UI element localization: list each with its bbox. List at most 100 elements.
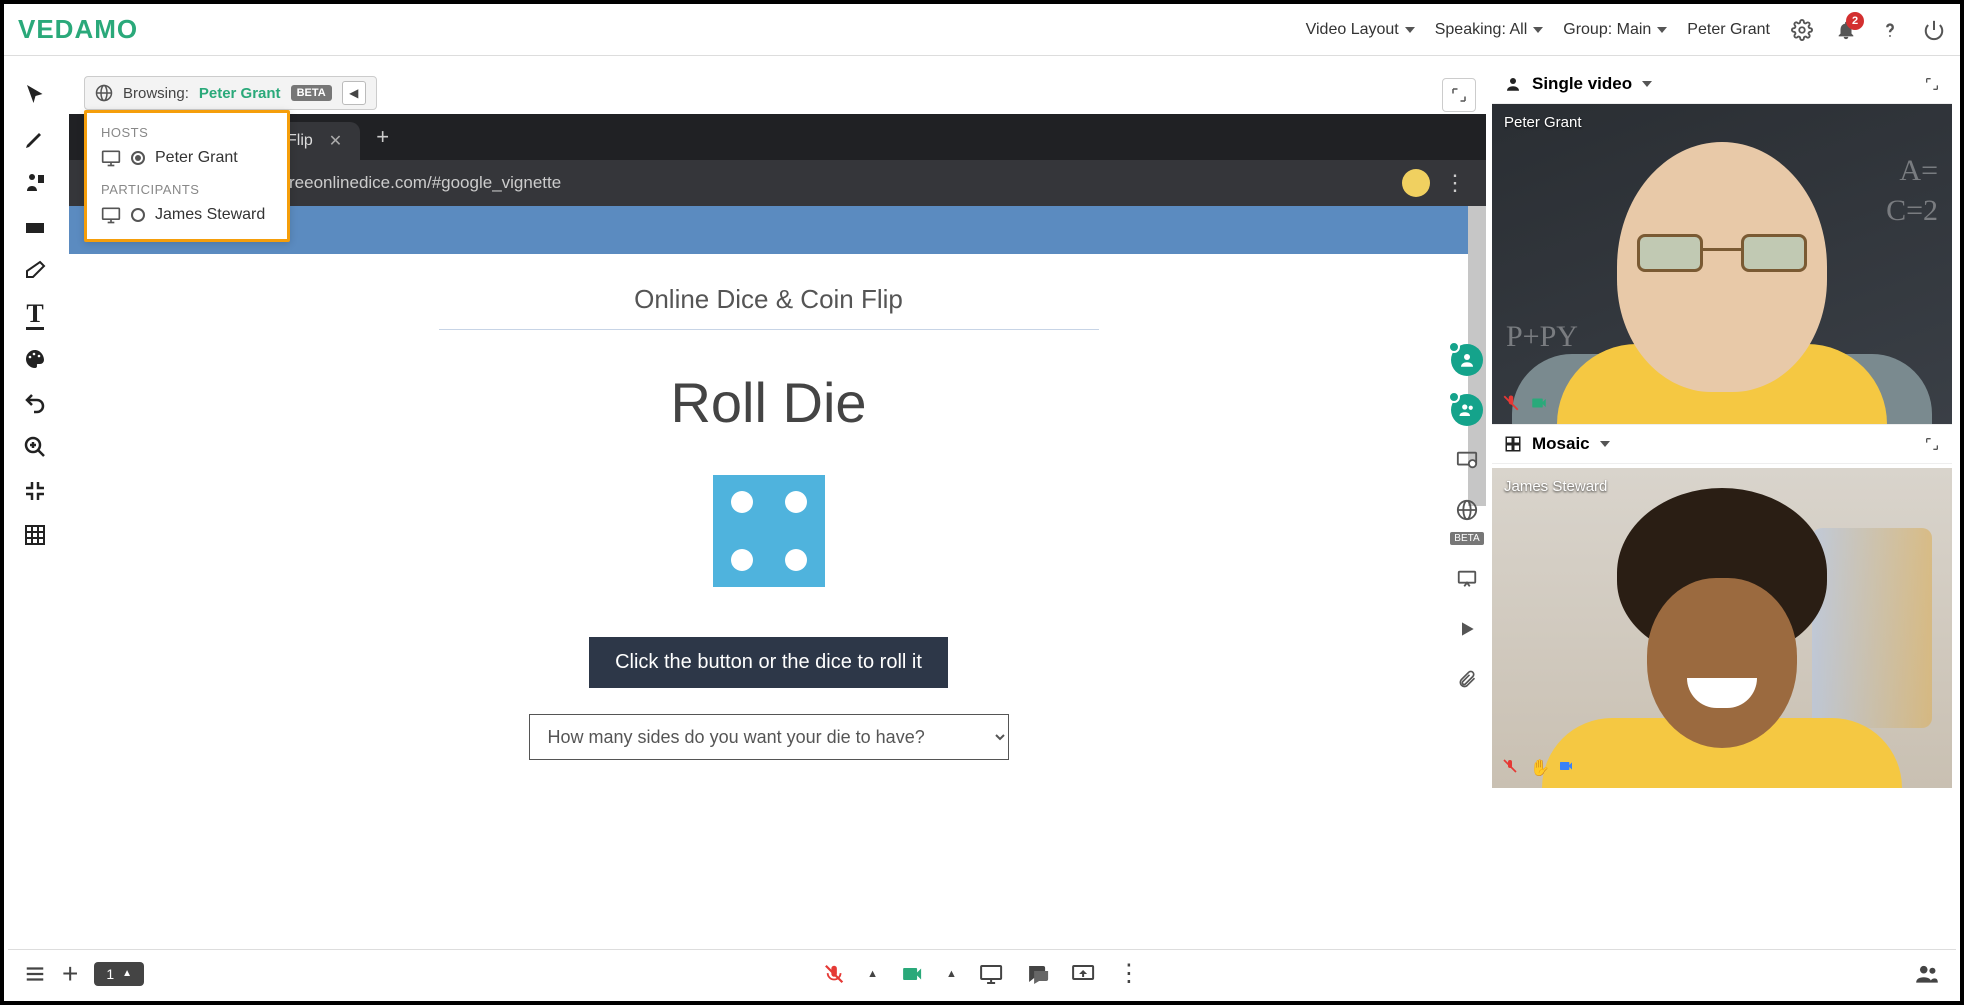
camera-icon	[900, 962, 924, 986]
current-user-label: Peter Grant	[1687, 21, 1770, 39]
video-tile-host[interactable]: P+PY A= C=2 RE Peter Grant	[1492, 104, 1952, 424]
chat-icon	[1025, 962, 1049, 986]
grid-icon	[23, 523, 47, 547]
power-button[interactable]	[1922, 18, 1946, 42]
chevron-down-icon	[1642, 81, 1652, 87]
bottom-toolbar: + 1 ▲ ▲ ▲ ⋮	[8, 949, 1956, 997]
gear-icon	[1791, 19, 1813, 41]
sides-select[interactable]: How many sides do you want your die to h…	[529, 714, 1009, 760]
browsing-user-name: Peter Grant	[199, 85, 281, 102]
video-layout-dropdown[interactable]: Video Layout	[1306, 21, 1415, 39]
undo-tool[interactable]	[20, 388, 50, 418]
add-page-button[interactable]: +	[62, 958, 78, 990]
caret-up-icon[interactable]: ▲	[867, 968, 878, 980]
more-button[interactable]: ⋮	[1117, 959, 1141, 988]
zoom-tool[interactable]	[20, 432, 50, 462]
presenter-tool[interactable]	[20, 168, 50, 198]
person-board-icon	[23, 171, 47, 195]
fit-tool[interactable]	[20, 476, 50, 506]
status-dot-icon	[1448, 341, 1460, 353]
status-dot-icon	[1448, 391, 1460, 403]
url-text: reeonlinedice.com/#google_vignette	[289, 173, 1402, 193]
host-name: Peter Grant	[155, 149, 238, 167]
mic-muted-icon	[1502, 394, 1522, 414]
video-name-tag: James Steward	[1504, 478, 1607, 495]
grid-tool[interactable]	[20, 520, 50, 550]
host-row[interactable]: Peter Grant	[101, 148, 273, 168]
cursor-tool[interactable]	[20, 80, 50, 110]
palette-icon	[23, 347, 47, 371]
hosts-participants-panel: HOSTS Peter Grant PARTICIPANTS James Ste…	[84, 110, 290, 242]
text-tool[interactable]: T	[20, 300, 50, 330]
expand-icon	[1450, 86, 1468, 104]
mosaic-header[interactable]: Mosaic	[1492, 424, 1952, 464]
cast-icon	[1071, 962, 1095, 986]
settings-button[interactable]	[1790, 18, 1814, 42]
cast-button[interactable]	[1071, 962, 1095, 986]
chat-button[interactable]	[1025, 962, 1049, 986]
expand-icon[interactable]	[1924, 76, 1940, 92]
die-pip	[785, 549, 807, 571]
globe-icon	[1456, 499, 1478, 521]
help-button[interactable]	[1878, 18, 1902, 42]
caret-up-icon: ▲	[122, 968, 132, 979]
group-action-button[interactable]	[1451, 394, 1483, 426]
mic-off-icon	[823, 963, 845, 985]
pen-tool[interactable]	[20, 124, 50, 154]
menu-button[interactable]	[24, 963, 46, 985]
shape-tool[interactable]	[20, 212, 50, 242]
speaking-dropdown[interactable]: Speaking: All	[1435, 21, 1544, 39]
monitor-icon	[979, 962, 1003, 986]
roll-button[interactable]: Click the button or the dice to roll it	[589, 637, 948, 688]
hosts-section-label: HOSTS	[101, 125, 273, 140]
tab-title: Flip	[287, 132, 313, 150]
browser-menu-icon[interactable]: ⋮	[1444, 170, 1466, 196]
video-tile-participant[interactable]: James Steward ✋	[1492, 468, 1952, 788]
mic-toggle-button[interactable]	[823, 963, 845, 985]
app-logo: VEDAMO	[18, 14, 138, 45]
beta-badge-small: BETA	[1450, 532, 1483, 545]
person-icon	[1504, 75, 1522, 93]
single-video-header[interactable]: Single video	[1492, 64, 1952, 104]
video-panel: Single video P+PY A= C=2 RE Peter Grant …	[1492, 64, 1952, 941]
participant-row[interactable]: James Steward	[101, 205, 273, 225]
present-button[interactable]	[1451, 563, 1483, 595]
close-tab-icon[interactable]: ✕	[329, 131, 342, 151]
rectangle-icon	[23, 215, 47, 239]
page-heading: Roll Die	[69, 370, 1468, 435]
play-button[interactable]	[1451, 613, 1483, 645]
mic-muted-icon	[1502, 758, 1522, 778]
die-pip	[731, 549, 753, 571]
radio-selected-icon[interactable]	[131, 151, 145, 165]
attachment-button[interactable]	[1451, 663, 1483, 695]
notification-count-badge: 2	[1846, 12, 1864, 30]
group-label: Group: Main	[1563, 21, 1651, 39]
new-tab-button[interactable]: +	[376, 124, 389, 150]
notifications-button[interactable]: 2	[1834, 18, 1858, 42]
collapse-browsing-button[interactable]: ◀	[342, 81, 366, 105]
page-indicator[interactable]: 1 ▲	[94, 962, 144, 986]
participant-action-button[interactable]	[1451, 344, 1483, 376]
color-tool[interactable]	[20, 344, 50, 374]
group-dropdown[interactable]: Group: Main	[1563, 21, 1667, 39]
text-icon: T	[26, 301, 43, 330]
monitor-icon	[101, 148, 121, 168]
profile-avatar-icon[interactable]	[1402, 169, 1430, 197]
participants-button[interactable]	[1914, 961, 1940, 987]
grid-icon	[1504, 435, 1522, 453]
caret-up-icon[interactable]: ▲	[946, 968, 957, 980]
expand-icon[interactable]	[1924, 436, 1940, 452]
radio-unselected-icon[interactable]	[131, 208, 145, 222]
web-share-button[interactable]	[1451, 494, 1483, 526]
eraser-tool[interactable]	[20, 256, 50, 286]
die-graphic[interactable]	[713, 475, 825, 587]
expand-canvas-button[interactable]	[1442, 78, 1476, 112]
camera-toggle-button[interactable]	[900, 962, 924, 986]
person-icon	[1458, 351, 1476, 369]
monitor-share-icon	[1456, 449, 1478, 471]
page-subtitle: Online Dice & Coin Flip	[69, 284, 1468, 315]
screen-share-button[interactable]	[1451, 444, 1483, 476]
beta-badge: BETA	[291, 85, 332, 101]
shared-page-body: neDice Online Dice & Coin Flip Roll Die …	[69, 206, 1468, 941]
screenshare-toggle-button[interactable]	[979, 962, 1003, 986]
